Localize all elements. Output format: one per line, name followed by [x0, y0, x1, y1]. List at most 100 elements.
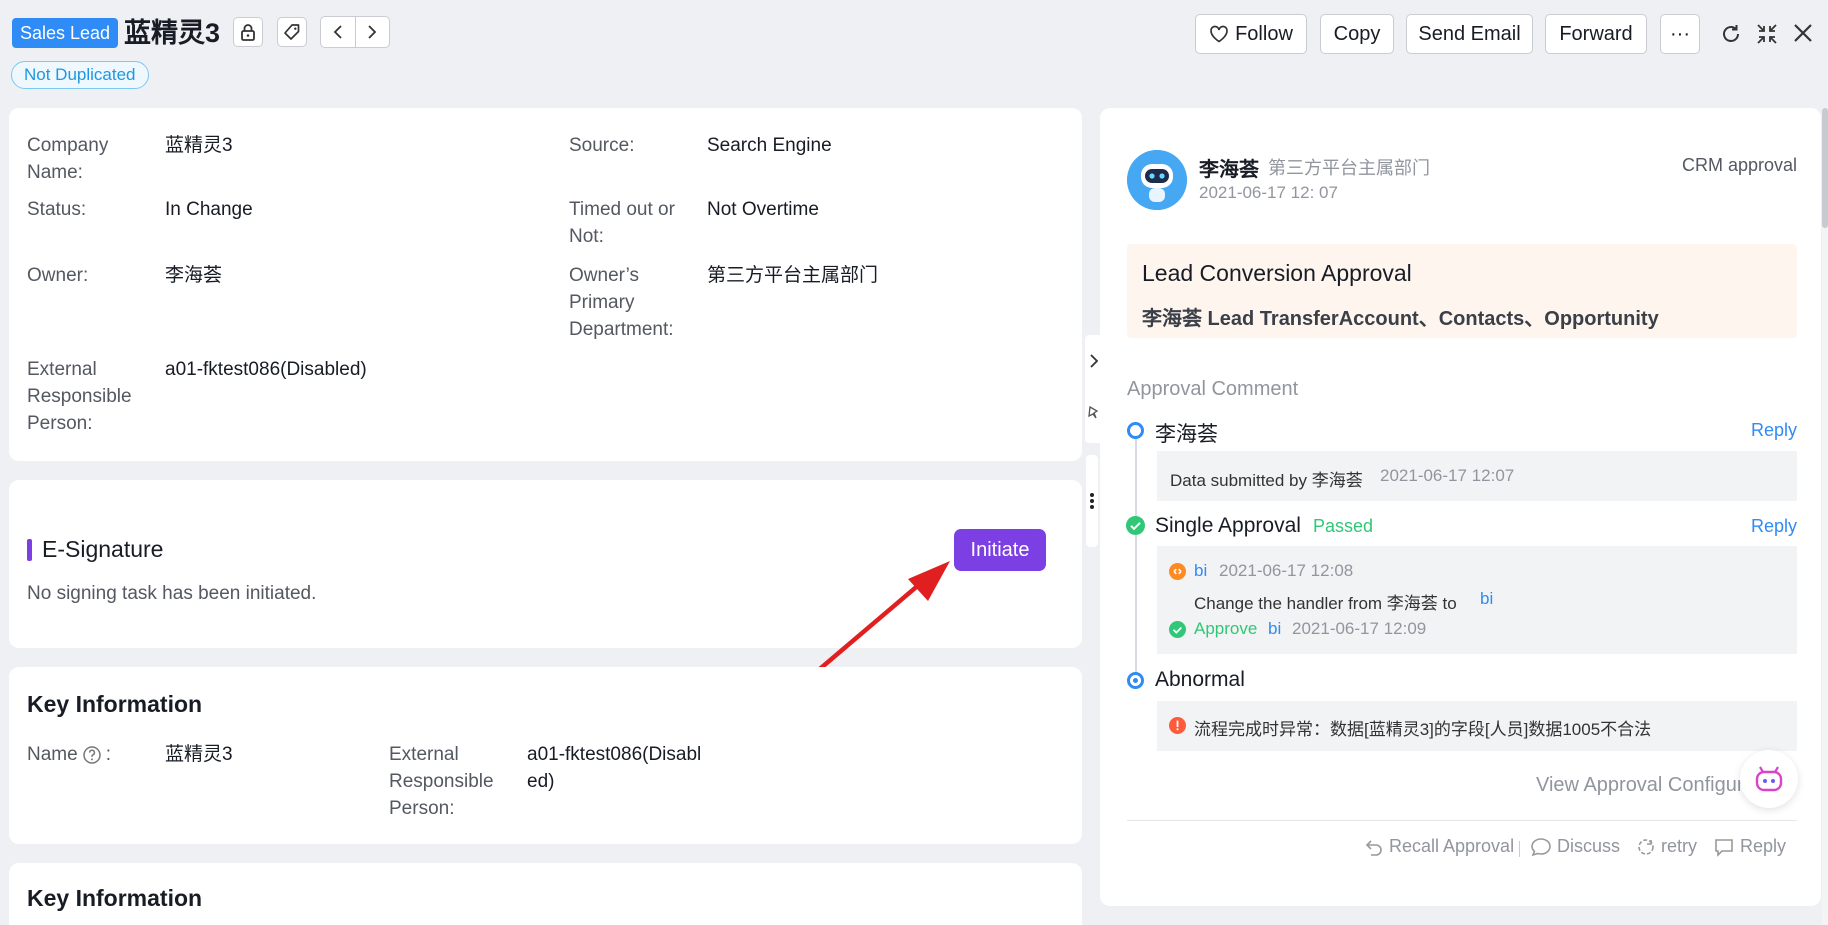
- step1-detail-text: Data submitted by 李海荟: [1170, 471, 1363, 490]
- heart-icon: [1210, 25, 1228, 43]
- name-value: 蓝精灵3: [165, 744, 233, 765]
- annotation-arrow: [806, 561, 950, 681]
- approver-name: 李海荟: [1199, 159, 1259, 181]
- owner-value: 李海荟: [165, 265, 223, 286]
- duplicate-status-tag: Not Duplicated: [11, 61, 149, 89]
- chat-icon: [1531, 837, 1551, 856]
- e-signature-title: E-Signature: [42, 536, 164, 562]
- approval-time: 2021-06-17 12: 07: [1199, 183, 1338, 202]
- copy-button[interactable]: Copy: [1320, 14, 1394, 54]
- step1-reply-link[interactable]: Reply: [1751, 420, 1797, 441]
- expand-right-icon[interactable]: [1089, 353, 1099, 369]
- more-button[interactable]: ···: [1660, 14, 1700, 54]
- retry-label: retry: [1661, 836, 1697, 856]
- side-toggle-panel: [1085, 335, 1101, 443]
- name-field-label: Name :: [27, 741, 111, 768]
- source-label: Source:: [569, 135, 635, 156]
- divider: [1127, 820, 1797, 821]
- step1-detail-time: 2021-06-17 12:07: [1380, 466, 1515, 485]
- status-value: In Change: [165, 199, 253, 220]
- approval-comment-title: Approval Comment: [1127, 378, 1299, 400]
- key-information-title: Key Information: [27, 691, 203, 717]
- object-type-badge: Sales Lead: [12, 18, 119, 48]
- next-record-button[interactable]: [354, 17, 390, 47]
- collapse-button[interactable]: [1755, 22, 1779, 52]
- undo-icon: [1365, 839, 1382, 856]
- comment-icon: [1715, 838, 1733, 857]
- key-information-card: Key Information Name : 蓝精灵3 External Res…: [9, 667, 1082, 844]
- tag-icon: [284, 24, 300, 40]
- step2-approve-user[interactable]: bi: [1268, 619, 1281, 639]
- key-external-person-label: External Responsible Person:: [389, 744, 494, 819]
- external-person-label: External Responsible Person:: [27, 359, 132, 434]
- chevron-left-icon: [333, 25, 342, 39]
- copy-label: Copy: [1333, 22, 1381, 45]
- step2-change-to[interactable]: bi: [1480, 589, 1493, 609]
- approver-department: 第三方平台主属部门: [1268, 158, 1430, 178]
- refresh-button[interactable]: [1719, 22, 1743, 52]
- step2-handler-user[interactable]: bi: [1194, 561, 1207, 581]
- timeout-label: Timed out or Not:: [569, 199, 675, 247]
- source-value: Search Engine: [707, 135, 832, 156]
- name-label: Name: [27, 744, 78, 765]
- robot-avatar-icon: [1127, 150, 1187, 210]
- initiate-button[interactable]: Initiate: [954, 529, 1046, 571]
- discuss-label: Discuss: [1557, 836, 1621, 856]
- transfer-icon: [1169, 563, 1186, 580]
- timeline-line: [1135, 436, 1137, 682]
- basic-info-card: Company Name: 蓝精灵3 Source: Search Engine…: [9, 108, 1082, 461]
- retry-icon: [1638, 838, 1654, 855]
- step2-reply-link[interactable]: Reply: [1751, 516, 1797, 537]
- assistant-button[interactable]: [1740, 750, 1798, 808]
- reply-button[interactable]: Reply: [1713, 836, 1786, 857]
- step1-detail-box: Data submitted by 李海荟 2021-06-17 12:07: [1157, 451, 1797, 501]
- check-circle-icon: [1126, 516, 1145, 535]
- send-email-label: Send Email: [1418, 22, 1521, 45]
- key-information-card-2: Key Information: [9, 863, 1082, 925]
- chevron-right-icon: [368, 25, 377, 39]
- external-person-value: a01-fktest086(Disabled): [165, 359, 367, 380]
- timeout-value: Not Overtime: [707, 199, 819, 220]
- tag-button[interactable]: [277, 17, 307, 47]
- scrollbar-track[interactable]: [1822, 108, 1828, 925]
- help-icon[interactable]: [82, 745, 102, 765]
- approval-summary-text: 李海荟 Lead TransferAccount、Contacts、Opport…: [1142, 308, 1659, 330]
- e-signature-empty-text: No signing task has been initiated.: [27, 583, 317, 604]
- name-label-colon: :: [105, 744, 111, 765]
- previous-record-button[interactable]: [321, 17, 355, 47]
- recall-approval-button[interactable]: Recall Approval: [1364, 836, 1514, 857]
- discuss-button[interactable]: Discuss: [1530, 836, 1620, 857]
- approval-summary-box: Lead Conversion Approval 李海荟 Lead Transf…: [1127, 244, 1797, 338]
- follow-label: Follow: [1235, 22, 1293, 45]
- department-label: Owner’s Primary Department:: [569, 265, 674, 340]
- drag-handle-icon: [1090, 493, 1094, 509]
- step2-change-text: Change the handler from 李海荟 to: [1194, 594, 1457, 613]
- forward-button[interactable]: Forward: [1545, 14, 1647, 54]
- recall-approval-label: Recall Approval: [1389, 836, 1515, 856]
- close-button[interactable]: [1792, 22, 1814, 50]
- panel-resize-handle[interactable]: [1086, 455, 1098, 547]
- pin-icon[interactable]: [1087, 405, 1099, 419]
- step1-name: 李海荟: [1155, 423, 1218, 446]
- record-navigation: [320, 16, 390, 48]
- owner-label: Owner:: [27, 265, 89, 286]
- step2-detail-box: bi 2021-06-17 12:08 Change the handler f…: [1157, 546, 1797, 654]
- error-icon: [1169, 717, 1186, 734]
- section-marker: [27, 539, 32, 561]
- collapse-icon: [1757, 24, 1777, 44]
- step2-approve-text: Approve: [1194, 619, 1258, 638]
- send-email-button[interactable]: Send Email: [1406, 14, 1533, 54]
- department-value: 第三方平台主属部门: [707, 265, 879, 286]
- scrollbar-thumb[interactable]: [1822, 108, 1828, 228]
- company-name-label: Company Name:: [27, 135, 109, 183]
- approval-summary-title: Lead Conversion Approval: [1142, 260, 1412, 286]
- lock-button[interactable]: [233, 17, 263, 47]
- avatar[interactable]: [1127, 150, 1187, 210]
- retry-button[interactable]: retry: [1636, 836, 1697, 857]
- bot-icon: [1755, 766, 1783, 792]
- company-name-value: 蓝精灵3: [165, 135, 233, 156]
- step2-approve-time: 2021-06-17 12:09: [1292, 619, 1427, 638]
- step-node-current: [1127, 672, 1144, 689]
- step2-handler-time: 2021-06-17 12:08: [1219, 561, 1354, 580]
- follow-button[interactable]: Follow: [1195, 14, 1307, 54]
